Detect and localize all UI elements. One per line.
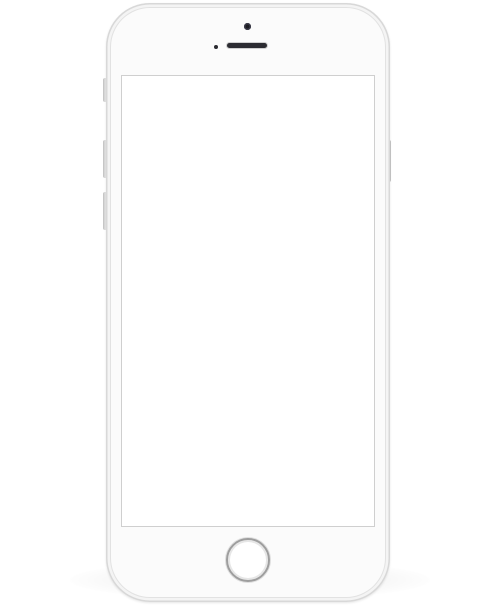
proximity-sensor-icon <box>214 45 218 49</box>
phone-screen <box>121 75 375 527</box>
home-button-icon[interactable] <box>226 538 270 582</box>
stage <box>0 0 501 611</box>
phone-body <box>106 3 390 602</box>
camera-icon <box>244 23 251 30</box>
speaker-grille-icon <box>227 43 267 48</box>
